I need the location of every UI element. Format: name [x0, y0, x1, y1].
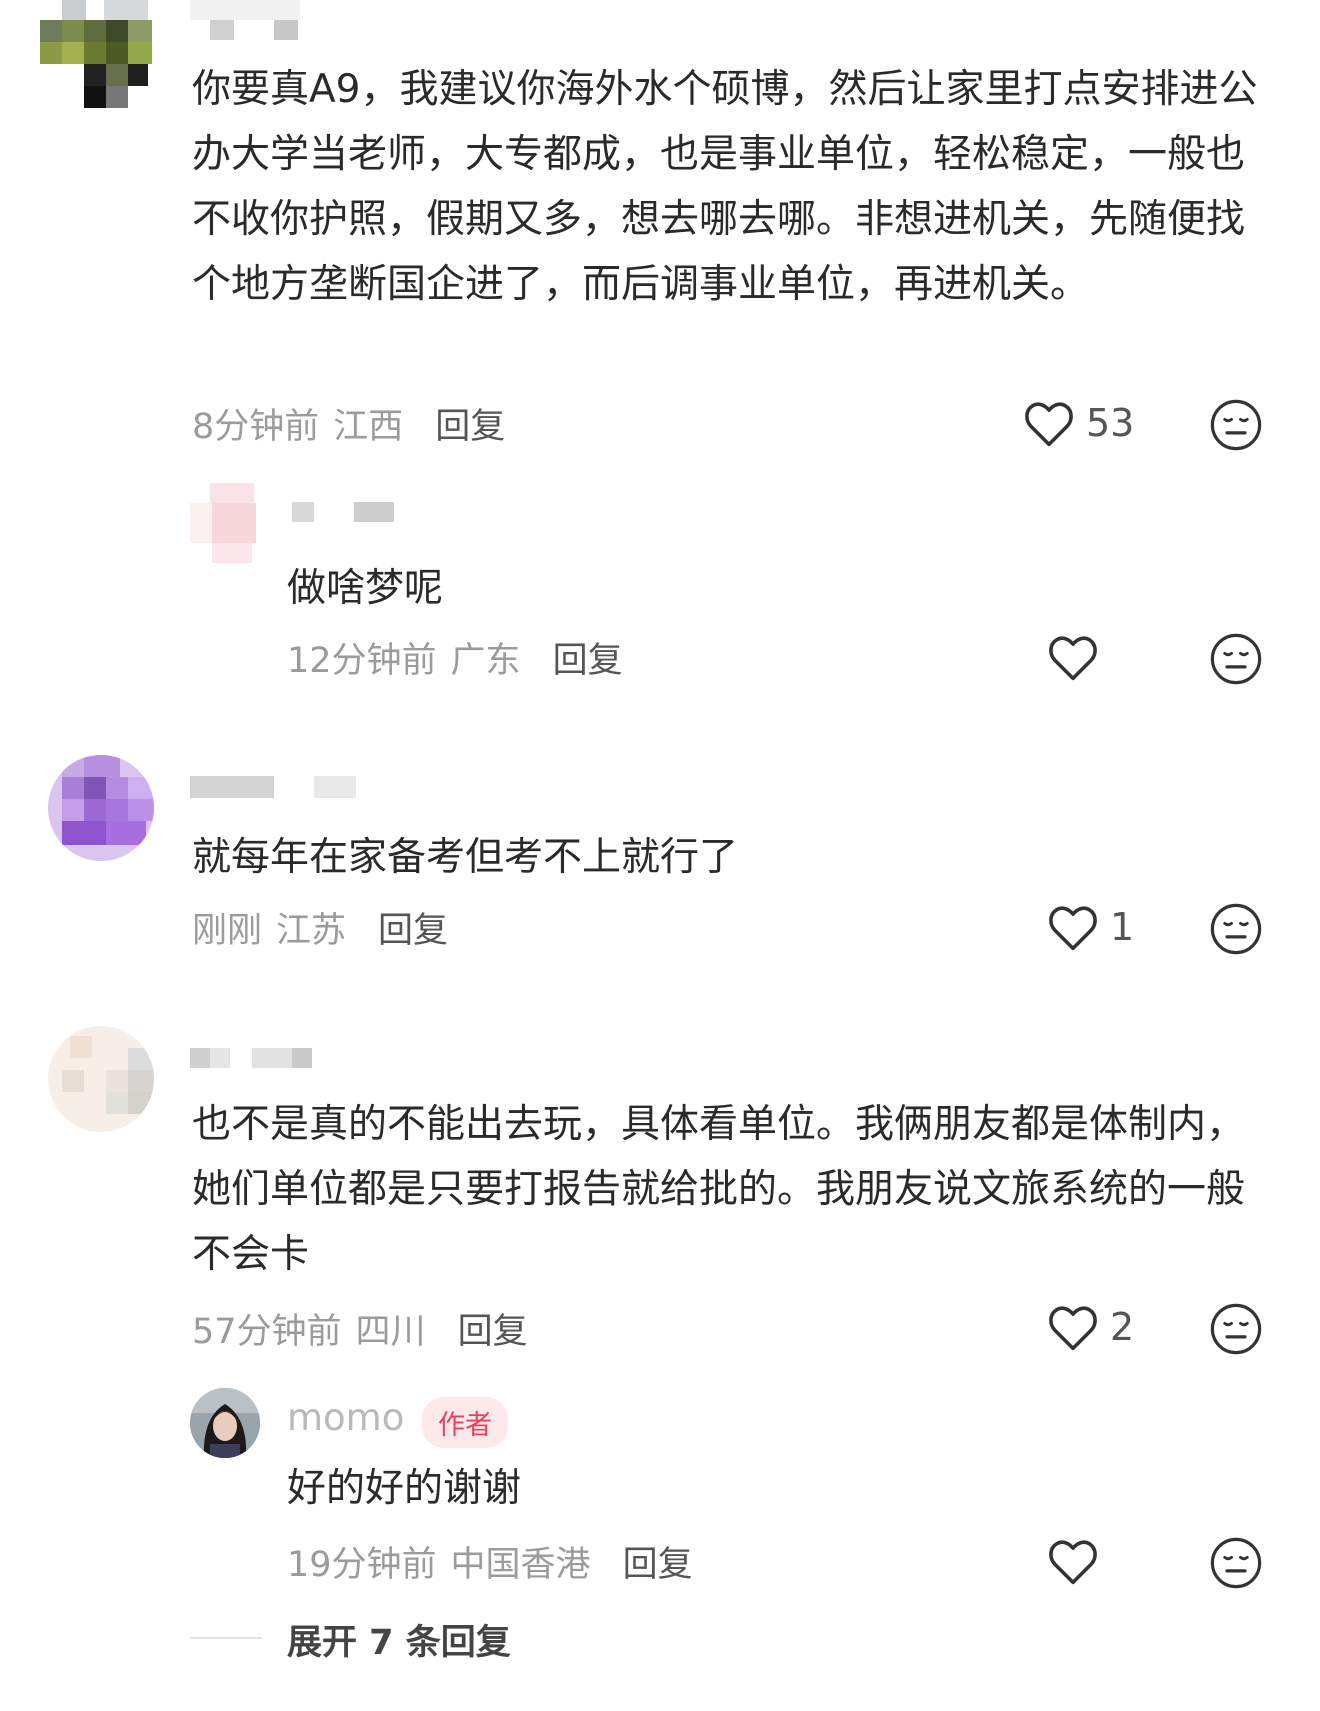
like-button[interactable] [1046, 632, 1100, 682]
avatar-image [190, 1388, 260, 1458]
avatar[interactable] [48, 755, 154, 861]
reply-meta: 12分钟前 广东 回复 [287, 632, 637, 683]
comment-text: 就每年在家备考但考不上就行了 [192, 835, 739, 880]
author-username[interactable]: momo [287, 1396, 404, 1439]
like-count: 2 [1110, 1305, 1135, 1349]
dislike-button[interactable] [1209, 902, 1263, 960]
username-blurred[interactable] [190, 1048, 330, 1070]
reply-button[interactable]: 回复 [435, 407, 505, 447]
location: 中国香港 [450, 1545, 591, 1585]
like-count: 53 [1086, 401, 1135, 445]
comment-text: 也不是真的不能出去玩，具体看单位。我俩朋友都是体制内，她们单位都是只要打报告就给… [192, 1102, 1246, 1277]
location: 广东 [450, 641, 521, 681]
reply-button[interactable]: 回复 [458, 1312, 528, 1352]
like-button[interactable]: 53 [1022, 398, 1134, 448]
dislike-button[interactable] [1209, 1302, 1263, 1360]
avatar[interactable] [190, 483, 256, 563]
reply-text: 好的好的谢谢 [287, 1466, 522, 1511]
comment-meta: 57分钟前 四川 回复 [192, 1303, 542, 1354]
location: 江西 [333, 407, 404, 447]
comment-meta: 8分钟前 江西 回复 [192, 398, 519, 449]
dislike-button[interactable] [1209, 1536, 1263, 1594]
timestamp: 12分钟前 [287, 641, 437, 681]
timestamp: 19分钟前 [287, 1545, 437, 1585]
timestamp: 57分钟前 [192, 1312, 342, 1352]
like-button[interactable]: 2 [1046, 1302, 1134, 1352]
meh-face-icon [1210, 633, 1262, 685]
avatar[interactable] [190, 1388, 260, 1458]
expand-replies-button[interactable]: 展开 7 条回复 [287, 1614, 511, 1665]
comment-text: 你要真A9，我建议你海外水个硕博，然后让家里打点安排进公办大学当老师，大专都成，… [192, 67, 1258, 307]
location: 四川 [355, 1312, 426, 1352]
author-badge: 作者 [422, 1397, 508, 1448]
timestamp: 刚刚 [192, 911, 263, 951]
avatar[interactable] [40, 0, 152, 108]
expand-divider [190, 1637, 262, 1639]
heart-outline-icon [1025, 402, 1073, 447]
location: 江苏 [276, 911, 347, 951]
avatar[interactable] [48, 1026, 154, 1132]
comment-meta: 刚刚 江苏 回复 [192, 902, 462, 953]
dislike-button[interactable] [1209, 632, 1263, 690]
like-count: 1 [1110, 905, 1135, 949]
meh-face-icon [1210, 399, 1262, 451]
heart-outline-icon [1049, 906, 1097, 951]
reply-text: 做啥梦呢 [287, 566, 444, 611]
like-button[interactable] [1046, 1536, 1100, 1586]
reply-button[interactable]: 回复 [378, 911, 448, 951]
meh-face-icon [1210, 903, 1262, 955]
heart-outline-icon [1049, 636, 1097, 681]
reply-meta: 19分钟前 中国香港 回复 [287, 1536, 707, 1587]
meh-face-icon [1210, 1303, 1262, 1355]
dislike-button[interactable] [1209, 398, 1263, 456]
meh-face-icon [1210, 1537, 1262, 1589]
timestamp: 8分钟前 [192, 407, 320, 447]
username-blurred[interactable] [292, 502, 402, 522]
username-blurred[interactable] [190, 776, 370, 798]
like-button[interactable]: 1 [1046, 902, 1134, 952]
heart-outline-icon [1049, 1306, 1097, 1351]
username-blurred[interactable] [190, 0, 320, 44]
heart-outline-icon [1049, 1540, 1097, 1585]
reply-button[interactable]: 回复 [553, 641, 623, 681]
reply-button[interactable]: 回复 [623, 1545, 693, 1585]
